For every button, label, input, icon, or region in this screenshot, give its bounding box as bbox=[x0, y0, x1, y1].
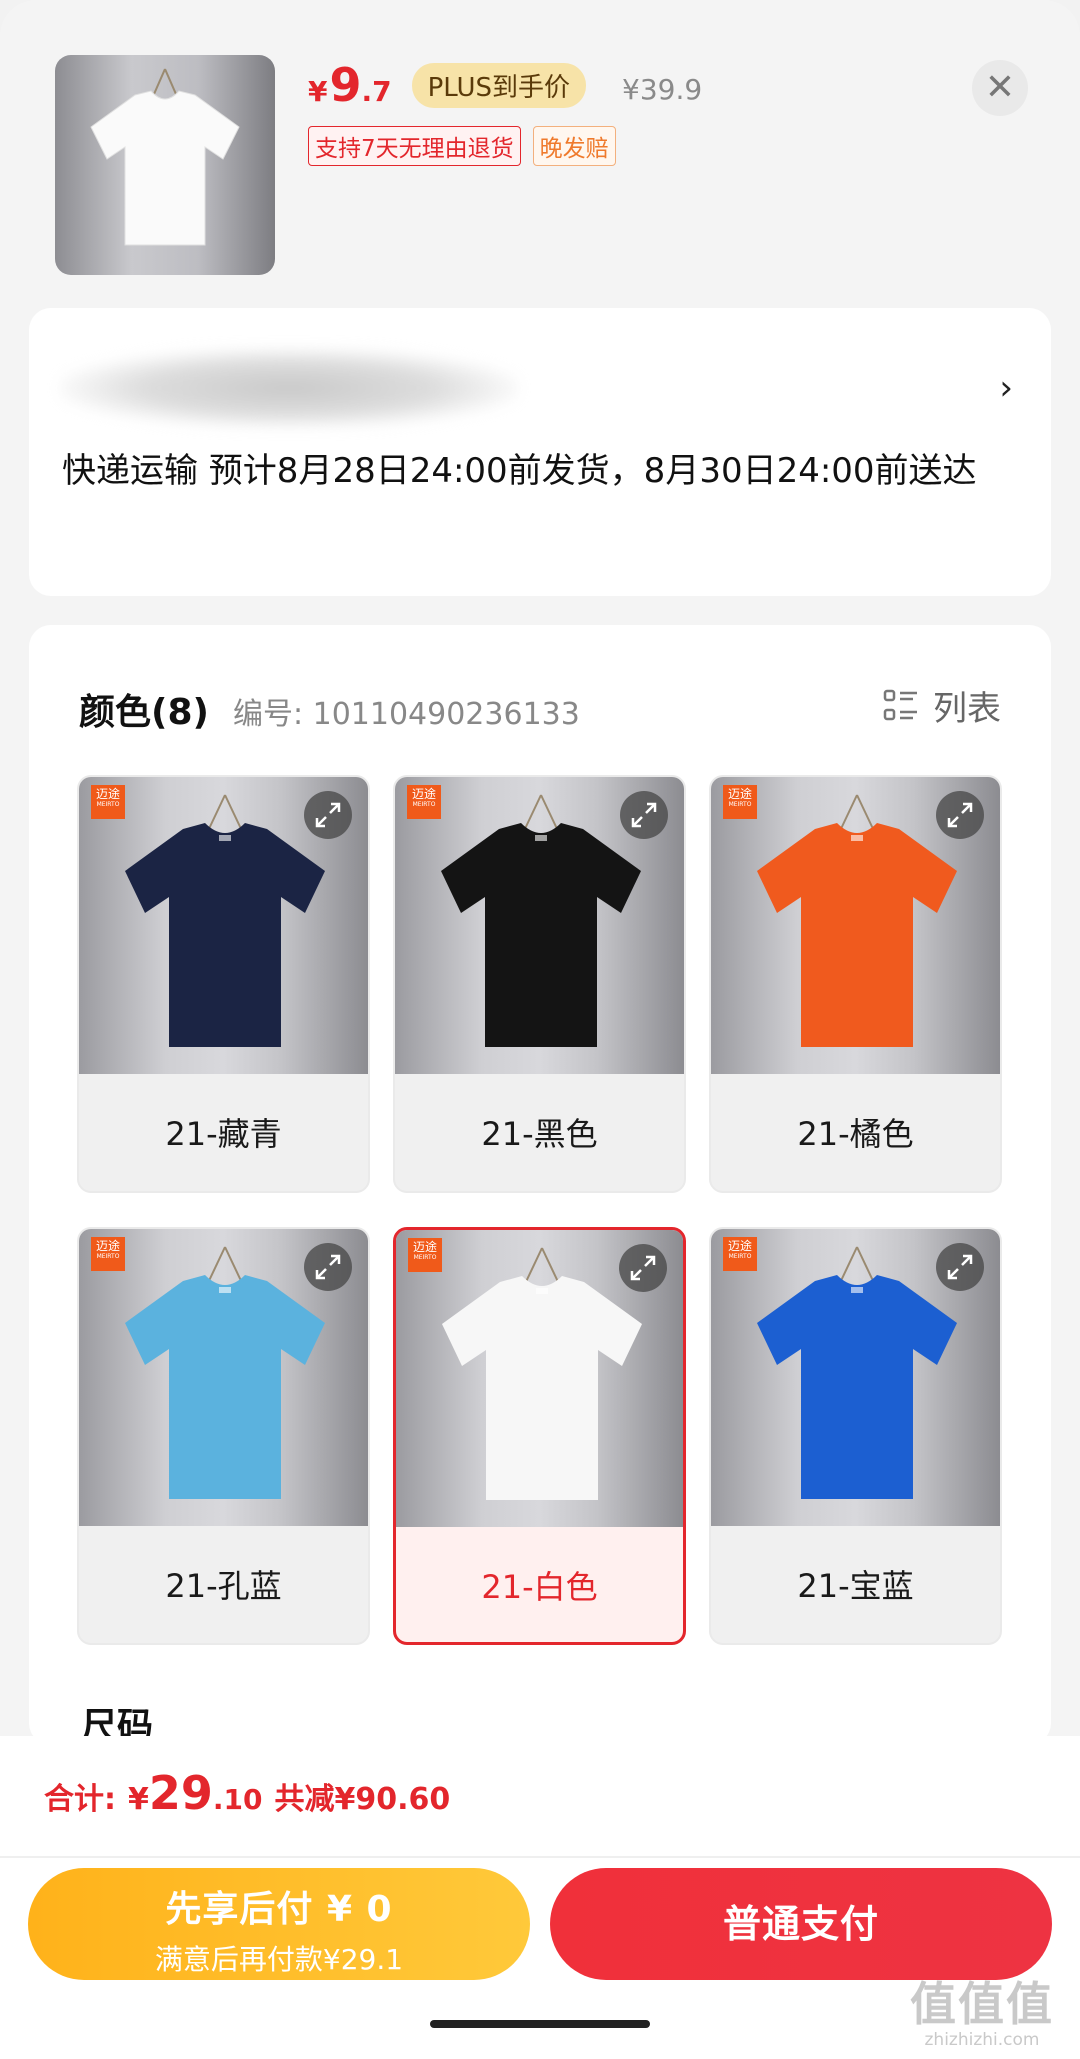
total-integer: 29 bbox=[148, 1766, 213, 1820]
brand-logo-text: 迈途 bbox=[727, 787, 752, 801]
expand-image-button[interactable] bbox=[620, 791, 668, 839]
expand-icon bbox=[947, 1254, 973, 1280]
list-toggle-label: 列表 bbox=[933, 689, 1001, 729]
divider bbox=[0, 1856, 1080, 1858]
total-decimal: .10 bbox=[212, 1783, 263, 1816]
expand-icon bbox=[631, 802, 657, 828]
color-option-label: 21-黑色 bbox=[481, 1115, 598, 1153]
pay-later-sublabel: 满意后再付款¥29.1 bbox=[154, 1943, 404, 1976]
close-icon: ✕ bbox=[984, 67, 1016, 108]
color-option-label: 21-宝蓝 bbox=[797, 1567, 914, 1605]
brand-logo-text: 迈途 bbox=[95, 1239, 120, 1253]
home-indicator bbox=[430, 2020, 650, 2028]
brand-logo-subtext: MEIRTO bbox=[412, 801, 436, 808]
list-view-toggle[interactable]: 列表 bbox=[883, 681, 1001, 730]
color-option-label: 21-藏青 bbox=[165, 1115, 282, 1153]
expand-icon bbox=[315, 802, 341, 828]
brand-logo-subtext: MEIRTO bbox=[728, 1253, 752, 1260]
checkout-bar: 合计: ¥ 29 .10 共减¥90.60 先享后付 ¥ 0 满意后再付款¥29… bbox=[0, 1736, 1080, 2059]
color-option-3[interactable]: 迈途 MEIRTO 21-孔蓝 bbox=[77, 1227, 370, 1645]
spec-card: 颜色(8) 编号: 10110490236133 列表 迈途 MEIRTO 21-藏… bbox=[29, 625, 1051, 1747]
expand-icon bbox=[947, 802, 973, 828]
blurred-address bbox=[59, 348, 519, 428]
expand-image-button[interactable] bbox=[619, 1244, 667, 1292]
product-header: ¥9.7 PLUS到手价 ¥39.9 ✕ 支持7天无理由退货 晚发赔 bbox=[0, 0, 1080, 300]
sku-selector-sheet: ¥9.7 PLUS到手价 ¥39.9 ✕ 支持7天无理由退货 晚发赔 › 快递运… bbox=[0, 0, 1080, 2059]
service-tags: 支持7天无理由退货 晚发赔 bbox=[308, 126, 616, 166]
watermark: 值值值 zhizhizhi.com bbox=[902, 1968, 1062, 2050]
delivery-estimate: 快递运输 预计8月28日24:00前发货，8月30日24:00前送达 bbox=[62, 451, 977, 491]
color-option-4[interactable]: 迈途 MEIRTO 21-白色 bbox=[393, 1227, 686, 1645]
expand-image-button[interactable] bbox=[304, 1243, 352, 1291]
brand-logo-subtext: MEIRTO bbox=[413, 1254, 437, 1261]
expand-image-button[interactable] bbox=[936, 791, 984, 839]
color-option-0[interactable]: 迈途 MEIRTO 21-藏青 bbox=[77, 775, 370, 1193]
sku-code: 编号: 10110490236133 bbox=[232, 697, 580, 732]
color-options-grid: 迈途 MEIRTO 21-藏青 迈途 MEIRTO 21-黑色 迈途 MEIRTO 21-橘色迈… bbox=[77, 775, 1003, 1645]
product-thumbnail[interactable] bbox=[55, 55, 275, 275]
brand-logo-subtext: MEIRTO bbox=[96, 1253, 120, 1260]
spec-header: 颜色(8) 编号: 10110490236133 bbox=[79, 683, 580, 735]
pay-later-button[interactable]: 先享后付 ¥ 0 满意后再付款¥29.1 bbox=[28, 1868, 530, 1980]
chevron-right-icon: › bbox=[999, 368, 1013, 408]
expand-image-button[interactable] bbox=[304, 791, 352, 839]
delivery-address-card[interactable]: › 快递运输 预计8月28日24:00前发货，8月30日24:00前送达 bbox=[29, 308, 1051, 596]
brand-logo-text: 迈途 bbox=[411, 787, 436, 801]
color-option-label: 21-白色 bbox=[481, 1568, 598, 1606]
total-summary: 合计: ¥ 29 .10 共减¥90.60 bbox=[44, 1766, 450, 1820]
color-section-title: 颜色(8) bbox=[79, 692, 209, 733]
brand-logo: 迈途 MEIRTO bbox=[91, 785, 125, 819]
tshirt-image bbox=[90, 68, 240, 246]
color-option-5[interactable]: 迈途 MEIRTO 21-宝蓝 bbox=[709, 1227, 1002, 1645]
color-option-2[interactable]: 迈途 MEIRTO 21-橘色 bbox=[709, 775, 1002, 1193]
return-policy-tag: 支持7天无理由退货 bbox=[308, 126, 521, 166]
brand-logo-subtext: MEIRTO bbox=[96, 801, 120, 808]
color-option-label: 21-橘色 bbox=[797, 1115, 914, 1153]
brand-logo: 迈途 MEIRTO bbox=[91, 1237, 125, 1271]
brand-logo: 迈途 MEIRTO bbox=[723, 785, 757, 819]
brand-logo-text: 迈途 bbox=[727, 1239, 752, 1253]
brand-logo: 迈途 MEIRTO bbox=[723, 1237, 757, 1271]
watermark-logo: 值值值 bbox=[910, 1977, 1054, 2031]
total-label: 合计: bbox=[44, 1782, 116, 1817]
original-price: ¥39.9 bbox=[622, 73, 703, 106]
list-icon bbox=[883, 689, 917, 720]
brand-logo-text: 迈途 bbox=[95, 787, 120, 801]
color-option-1[interactable]: 迈途 MEIRTO 21-黑色 bbox=[393, 775, 686, 1193]
normal-pay-button[interactable]: 普通支付 bbox=[550, 1868, 1052, 1980]
watermark-url: zhizhizhi.com bbox=[924, 2030, 1040, 2050]
expand-image-button[interactable] bbox=[936, 1243, 984, 1291]
pay-later-label: 先享后付 ¥ 0 bbox=[165, 1889, 393, 1930]
brand-logo: 迈途 MEIRTO bbox=[407, 785, 441, 819]
late-delivery-compensation-tag: 晚发赔 bbox=[532, 126, 616, 166]
plus-price-badge: PLUS到手价 bbox=[411, 63, 587, 108]
total-currency: ¥ bbox=[128, 1782, 149, 1817]
color-option-label: 21-孔蓝 bbox=[165, 1567, 282, 1605]
expand-icon bbox=[315, 1254, 341, 1280]
brand-logo-subtext: MEIRTO bbox=[728, 801, 752, 808]
price-row: ¥9.7 PLUS到手价 ¥39.9 bbox=[308, 58, 703, 112]
expand-icon bbox=[630, 1255, 656, 1281]
close-button[interactable]: ✕ bbox=[972, 60, 1028, 116]
final-price: ¥9.7 bbox=[308, 58, 392, 112]
brand-logo-text: 迈途 bbox=[412, 1240, 437, 1254]
brand-logo: 迈途 MEIRTO bbox=[408, 1238, 442, 1272]
total-discount: 共减¥90.60 bbox=[274, 1782, 451, 1817]
